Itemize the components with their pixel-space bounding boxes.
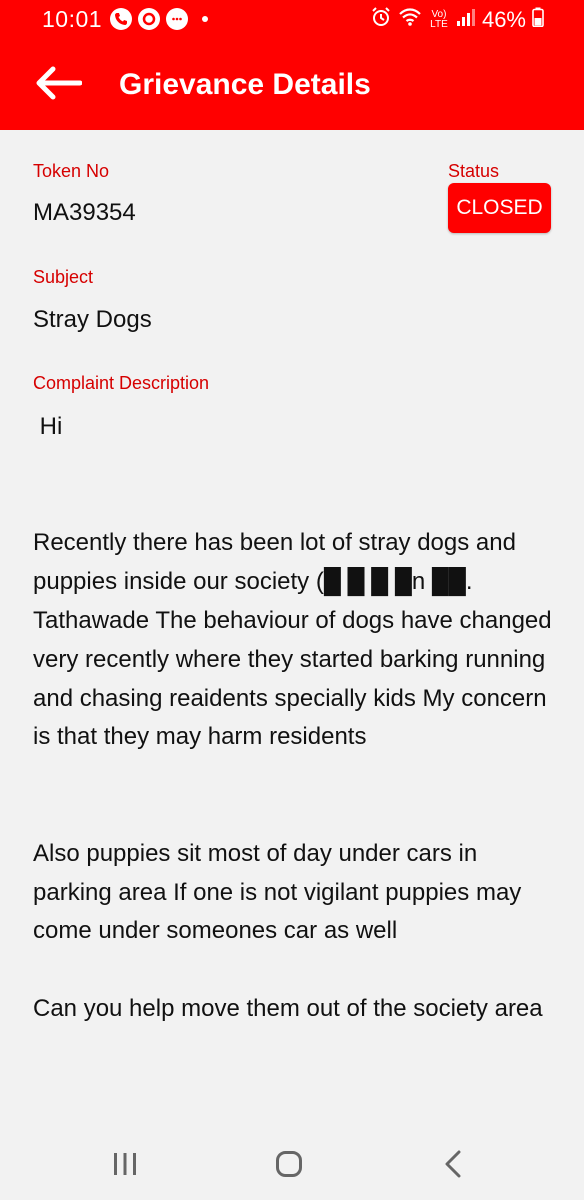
complaint-description-text: Hi Recently there has been lot of stray …: [33, 413, 552, 1022]
navigation-bar: [0, 1130, 584, 1200]
status-badge: CLOSED: [448, 183, 551, 233]
battery-percent: 46%: [481, 6, 526, 32]
signal-icon: [456, 7, 476, 32]
subject-label: Subject: [33, 267, 94, 287]
status-label: Status: [448, 161, 500, 181]
notification-dot-icon: [202, 16, 208, 22]
subject-value: Stray Dogs: [33, 306, 152, 333]
alarm-icon: [370, 6, 392, 33]
token-value: MA39354: [33, 199, 136, 226]
app-bar: Grievance Details: [0, 40, 584, 130]
wifi-icon: [398, 7, 422, 32]
record-icon: [138, 8, 160, 30]
system-back-button[interactable]: [428, 1146, 478, 1186]
battery-icon: [532, 7, 544, 32]
arrow-left-icon: [36, 66, 83, 105]
chat-icon: [166, 8, 188, 30]
home-button[interactable]: [264, 1146, 314, 1186]
phone-icon: [110, 8, 132, 30]
home-icon: [275, 1150, 303, 1183]
back-button[interactable]: [32, 62, 86, 108]
token-label: Token No: [33, 161, 110, 181]
recents-button[interactable]: [100, 1146, 150, 1186]
recents-icon: [111, 1151, 139, 1182]
page-title: Grievance Details: [119, 68, 371, 101]
nav-back-icon: [444, 1150, 462, 1183]
description-label: Complaint Description: [33, 373, 210, 393]
status-bar: 10:01 Vo) LTE 46%: [0, 0, 584, 40]
volte-icon: Vo) LTE: [430, 8, 448, 30]
status-time: 10:01: [42, 6, 103, 32]
